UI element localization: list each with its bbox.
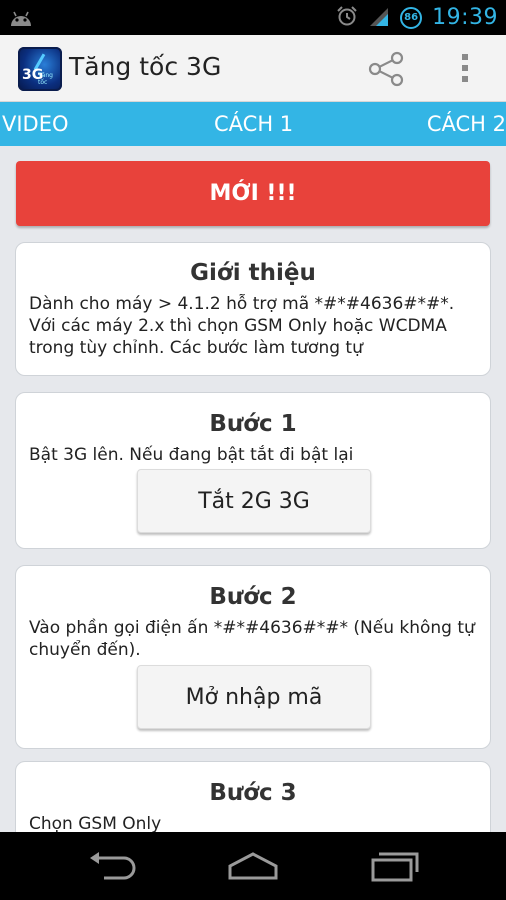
step-3-text: Chọn GSM Only [29, 814, 162, 832]
new-button[interactable]: MỚI !!! [16, 161, 490, 226]
step-2-card: Bước 2 Vào phần gọi điện ấn *#*#4636#*#*… [15, 565, 491, 749]
tab-strip: VIDEO CÁCH 1 CÁCH 2 [0, 102, 506, 146]
navigation-bar [0, 832, 506, 900]
battery-icon: 86 [400, 6, 423, 29]
back-icon[interactable] [86, 850, 138, 886]
step-1-card: Bước 1 Bật 3G lên. Nếu đang bật tắt đi b… [15, 392, 491, 549]
intro-text: Dành cho máy > 4.1.2 hỗ trợ mã *#*#4636#… [29, 294, 455, 358]
app-logo-icon[interactable]: 3G Tăng tốc [18, 47, 62, 91]
open-dialer-button[interactable]: Mở nhập mã [137, 665, 371, 729]
intro-card: Giới thiệu Dành cho máy > 4.1.2 hỗ trợ m… [15, 242, 491, 376]
tab-video[interactable]: VIDEO [2, 102, 69, 146]
step-2-title: Bước 2 [209, 584, 297, 610]
share-icon[interactable] [366, 51, 406, 91]
main-content[interactable]: MỚI !!! Giới thiệu Dành cho máy > 4.1.2 … [0, 146, 506, 832]
android-icon [8, 6, 34, 32]
intro-title: Giới thiệu [190, 260, 316, 286]
clock-time: 19:39 [432, 5, 498, 30]
app-title: Tăng tốc 3G [69, 52, 222, 81]
step-2-text: Vào phần gọi điện ấn *#*#4636#*#* (Nếu k… [29, 618, 475, 660]
home-icon[interactable] [226, 850, 280, 886]
toggle-2g-3g-button[interactable]: Tắt 2G 3G [137, 469, 371, 533]
action-bar: 3G Tăng tốc Tăng tốc 3G [0, 35, 506, 102]
status-bar: 86 19:39 [0, 0, 506, 35]
step-3-title: Bước 3 [209, 780, 297, 806]
recent-apps-icon[interactable] [369, 850, 421, 886]
alarm-icon [336, 5, 358, 31]
step-1-title: Bước 1 [209, 411, 297, 437]
tab-cach-1[interactable]: CÁCH 1 [214, 102, 293, 146]
tab-cach-2[interactable]: CÁCH 2 [427, 102, 506, 146]
step-3-card: Bước 3 Chọn GSM Only [15, 761, 491, 832]
step-1-text: Bật 3G lên. Nếu đang bật tắt đi bật lại [29, 445, 354, 465]
signal-icon [368, 5, 390, 31]
overflow-menu-icon[interactable] [458, 50, 472, 90]
